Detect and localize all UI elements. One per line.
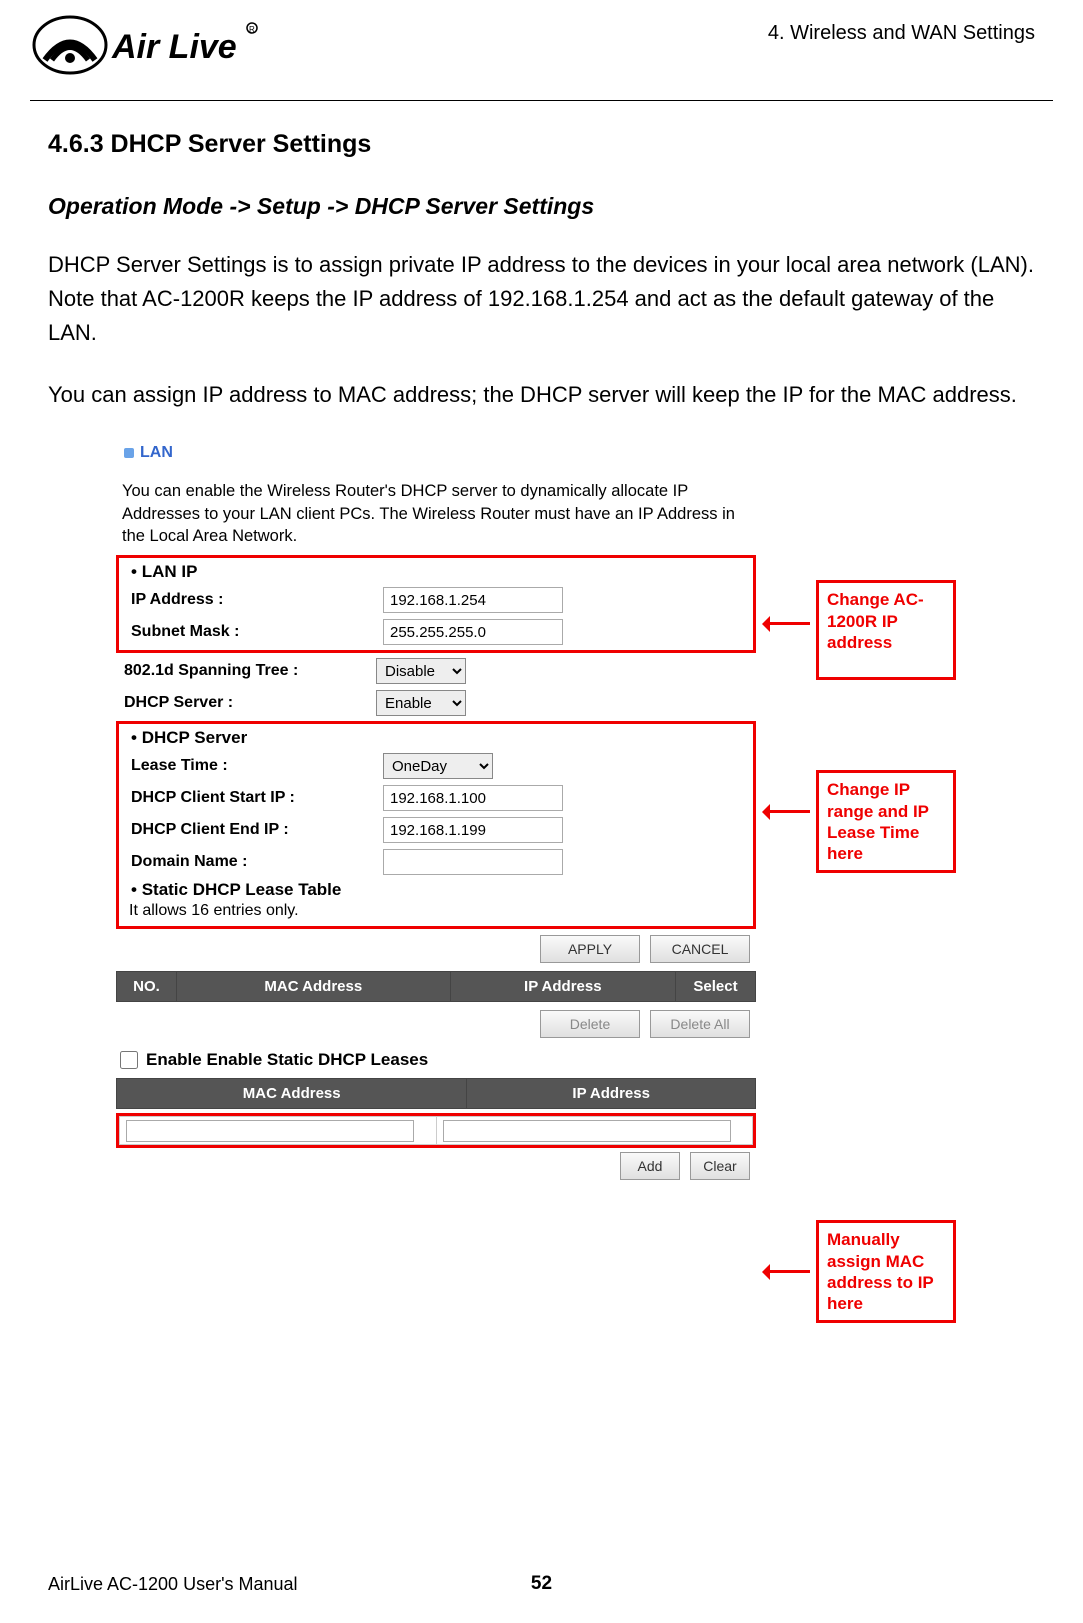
ip-entry-input[interactable] — [443, 1120, 731, 1142]
manual-entry-highlight-box — [116, 1113, 756, 1148]
clear-button[interactable]: Clear — [690, 1152, 750, 1180]
dhcp-server-select[interactable]: Enable — [376, 690, 466, 716]
paragraph-2: You can assign IP address to MAC address… — [48, 378, 1035, 412]
col-ip2: IP Address — [467, 1079, 756, 1109]
paragraph-1: DHCP Server Settings is to assign privat… — [48, 248, 1035, 350]
header-divider — [30, 100, 1053, 101]
cancel-button[interactable]: CANCEL — [650, 935, 750, 963]
col-select: Select — [676, 972, 756, 1002]
add-button[interactable]: Add — [620, 1152, 680, 1180]
dhcp-end-input[interactable] — [383, 817, 563, 843]
breadcrumb: Operation Mode -> Setup -> DHCP Server S… — [48, 193, 1035, 220]
callout-2: Change IP range and IP Lease Time here — [816, 770, 956, 873]
dhcp-start-label: DHCP Client Start IP : — [123, 789, 383, 807]
svg-text:R: R — [249, 25, 255, 34]
static-lease-heading: Static DHCP Lease Table — [123, 878, 749, 902]
col-ip: IP Address — [450, 972, 675, 1002]
apply-button[interactable]: APPLY — [540, 935, 640, 963]
lease-time-select[interactable]: OneDay — [383, 753, 493, 779]
enable-static-label: Enable Enable Static DHCP Leases — [146, 1050, 428, 1070]
lan-label: LAN — [140, 444, 173, 462]
dhcp-start-input[interactable] — [383, 785, 563, 811]
col-no: NO. — [117, 972, 177, 1002]
lan-intro-text: You can enable the Wireless Router's DHC… — [116, 466, 756, 553]
spanning-tree-label: 802.1d Spanning Tree : — [116, 662, 376, 680]
dhcp-server-heading: DHCP Server — [123, 726, 749, 750]
callout-arrow-3 — [764, 1270, 810, 1273]
domain-name-label: Domain Name : — [123, 853, 383, 871]
col-mac2: MAC Address — [117, 1079, 467, 1109]
col-mac: MAC Address — [177, 972, 451, 1002]
subnet-mask-label: Subnet Mask : — [123, 623, 383, 641]
dhcp-server-highlight-box: DHCP Server Lease Time : OneDay DHCP Cli… — [116, 721, 756, 929]
callout-arrow-2 — [764, 810, 810, 813]
lan-ip-highlight-box: LAN IP IP Address : Subnet Mask : — [116, 555, 756, 653]
footer-page-number: 52 — [0, 1573, 1083, 1595]
subnet-mask-input[interactable] — [383, 619, 563, 645]
static-entry-table: MAC Address IP Address — [116, 1078, 756, 1109]
ip-address-label: IP Address : — [123, 591, 383, 609]
domain-name-input[interactable] — [383, 849, 563, 875]
dhcp-server-toggle-label: DHCP Server : — [116, 694, 376, 712]
chapter-header: 4. Wireless and WAN Settings — [768, 22, 1035, 45]
svg-text:Air Live: Air Live — [111, 28, 237, 66]
enable-static-checkbox[interactable] — [120, 1051, 138, 1069]
section-title: 4.6.3 DHCP Server Settings — [48, 130, 1035, 159]
static-lease-note: It allows 16 entries only. — [123, 902, 749, 924]
lease-time-label: Lease Time : — [123, 757, 383, 775]
callout-arrow-1 — [764, 622, 810, 625]
static-lease-table: NO. MAC Address IP Address Select — [116, 971, 756, 1002]
lan-section-header: LAN — [116, 440, 756, 466]
brand-logo: Air Live R — [30, 10, 260, 85]
dhcp-end-label: DHCP Client End IP : — [123, 821, 383, 839]
square-bullet-icon — [124, 448, 134, 458]
delete-all-button[interactable]: Delete All — [650, 1010, 750, 1038]
lan-ip-heading: LAN IP — [123, 560, 749, 584]
mac-entry-input[interactable] — [126, 1120, 414, 1142]
callout-1: Change AC-1200R IP address — [816, 580, 956, 680]
delete-button[interactable]: Delete — [540, 1010, 640, 1038]
callout-3: Manually assign MAC address to IP here — [816, 1220, 956, 1323]
ip-address-input[interactable] — [383, 587, 563, 613]
spanning-tree-select[interactable]: Disable — [376, 658, 466, 684]
